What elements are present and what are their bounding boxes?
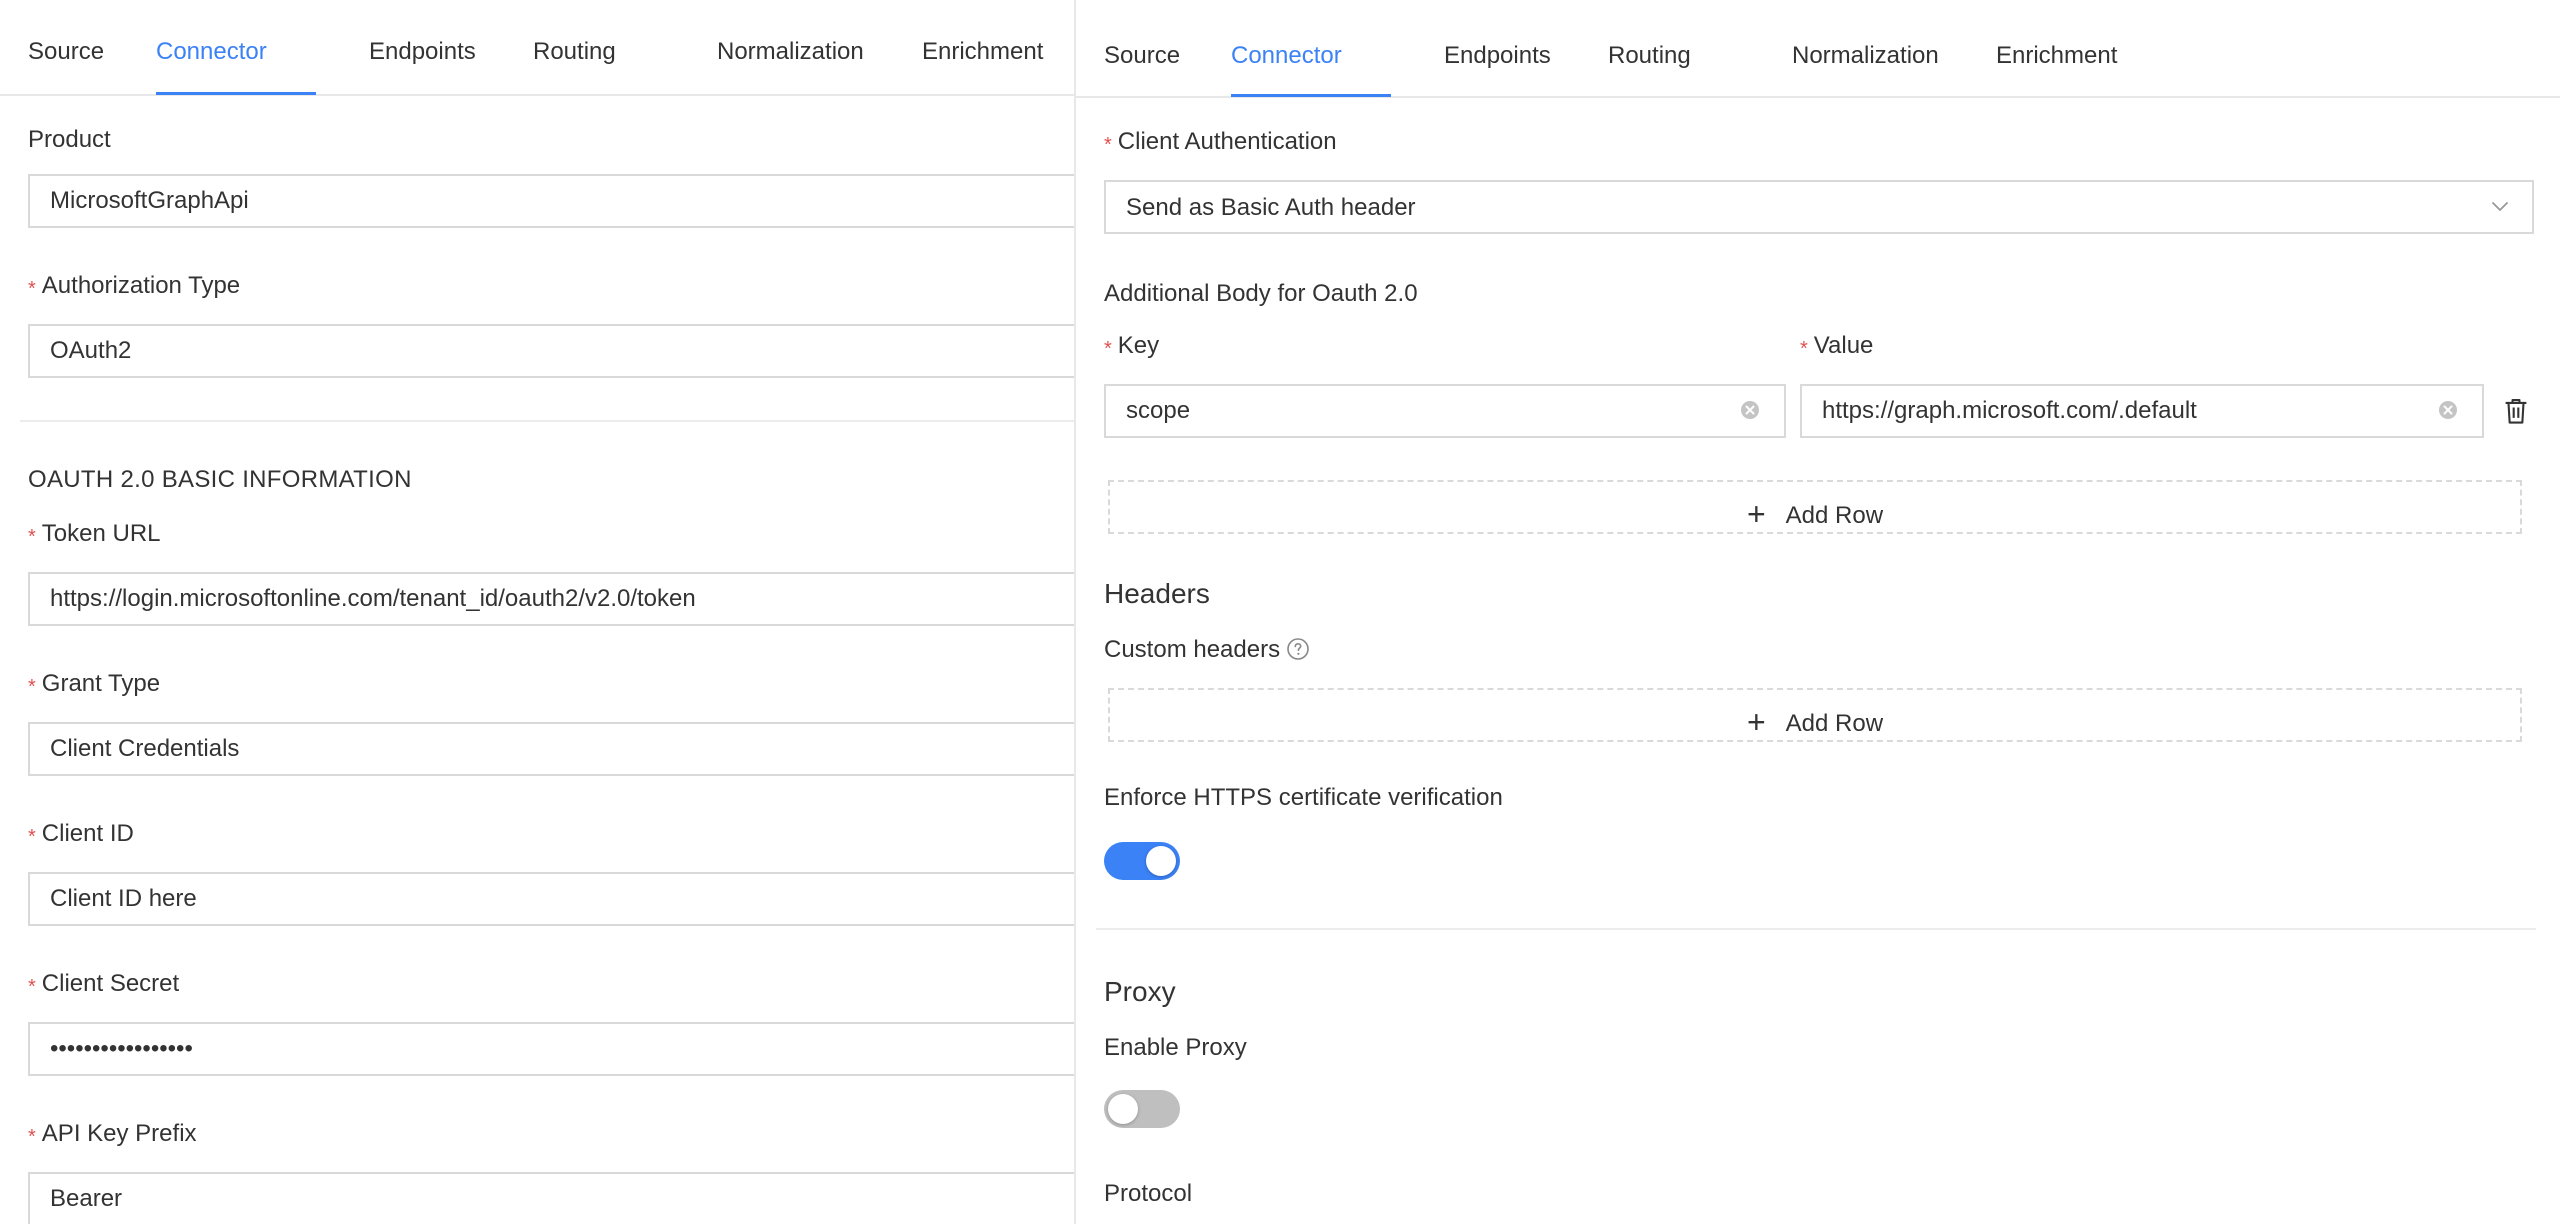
client-secret-input[interactable] (30, 1024, 1074, 1074)
trash-icon[interactable] (2502, 396, 2530, 426)
client-secret-label-text: Client Secret (41, 970, 180, 997)
tab-routing[interactable]: Routing (1608, 42, 1691, 70)
authorization-type-label: * Authorization Type (28, 272, 240, 300)
authorization-type-input[interactable] (30, 326, 1074, 376)
add-body-row-button[interactable]: + Add Row (1108, 480, 2522, 534)
grant-type-field[interactable] (28, 722, 1074, 776)
proxy-heading: Proxy (1104, 976, 1176, 1007)
api-key-prefix-label-text: API Key Prefix (41, 1120, 197, 1147)
clear-icon[interactable] (2436, 398, 2460, 422)
required-marker: * (28, 676, 36, 698)
client-id-input[interactable] (30, 874, 1074, 924)
client-id-label-text: Client ID (41, 820, 134, 847)
api-key-prefix-input[interactable] (30, 1174, 1074, 1224)
active-tab-indicator (156, 92, 316, 95)
client-id-label: * Client ID (28, 820, 134, 848)
tab-enrichment[interactable]: Enrichment (922, 38, 1043, 66)
section-divider (20, 420, 1074, 422)
headers-heading: Headers (1104, 578, 1210, 609)
client-secret-field[interactable] (28, 1022, 1074, 1076)
body-value-input[interactable] (1802, 386, 2482, 436)
left-panel: Source Connector Endpoints Routing Norma… (0, 0, 1074, 1224)
product-input[interactable] (30, 176, 1074, 226)
tab-enrichment[interactable]: Enrichment (1996, 42, 2117, 70)
tab-bar: Source Connector Endpoints Routing Norma… (1076, 0, 2560, 98)
required-marker: * (1104, 134, 1112, 156)
required-marker: * (28, 976, 36, 998)
grant-type-input[interactable] (30, 724, 1074, 774)
product-label: Product (28, 126, 111, 153)
tab-bar: Source Connector Endpoints Routing Norma… (0, 0, 1074, 96)
required-marker: * (28, 278, 36, 300)
token-url-label-text: Token URL (41, 520, 161, 547)
product-field[interactable] (28, 174, 1074, 228)
token-url-label: * Token URL (28, 520, 161, 548)
grant-type-label: * Grant Type (28, 670, 160, 698)
help-icon[interactable] (1286, 637, 1310, 661)
custom-headers-label-text: Custom headers (1104, 636, 1281, 663)
api-key-prefix-field[interactable] (28, 1172, 1074, 1224)
chevron-down-icon (2492, 202, 2508, 211)
active-tab-indicator (1231, 94, 1391, 97)
https-verification-label: Enforce HTTPS certificate verification (1104, 784, 1503, 811)
additional-body-label: Additional Body for Oauth 2.0 (1104, 280, 1418, 307)
tab-endpoints[interactable]: Endpoints (369, 38, 476, 66)
oauth-section-title: OAUTH 2.0 BASIC INFORMATION (28, 466, 412, 493)
key-column-label: * Key (1104, 332, 1159, 360)
client-id-field[interactable] (28, 872, 1074, 926)
required-marker: * (1104, 338, 1112, 360)
value-column-label: * Value (1800, 332, 1873, 360)
add-header-row-button[interactable]: + Add Row (1108, 688, 2522, 742)
tab-routing[interactable]: Routing (533, 38, 616, 66)
section-divider (1096, 928, 2536, 930)
body-key-field[interactable] (1104, 384, 1786, 438)
enable-proxy-label: Enable Proxy (1104, 1034, 1247, 1061)
plus-icon: + (1746, 704, 1766, 740)
required-marker: * (28, 1126, 36, 1148)
toggle-knob (1146, 846, 1176, 876)
https-verification-toggle[interactable] (1104, 842, 1180, 880)
client-secret-label: * Client Secret (28, 970, 179, 998)
authorization-type-field[interactable] (28, 324, 1074, 378)
add-row-label: Add Row (1785, 710, 1884, 737)
client-authentication-label-text: Client Authentication (1117, 128, 1337, 155)
tab-source[interactable]: Source (1104, 42, 1180, 70)
required-marker: * (1800, 338, 1808, 360)
value-column-label-text: Value (1813, 332, 1874, 359)
right-panel: Source Connector Endpoints Routing Norma… (1074, 0, 2560, 1224)
token-url-field[interactable] (28, 572, 1074, 626)
clear-icon[interactable] (1738, 398, 1762, 422)
enable-proxy-toggle[interactable] (1104, 1090, 1180, 1128)
client-authentication-label: * Client Authentication (1104, 128, 1337, 156)
tab-endpoints[interactable]: Endpoints (1444, 42, 1551, 70)
tab-normalization[interactable]: Normalization (717, 38, 864, 66)
key-column-label-text: Key (1117, 332, 1160, 359)
client-authentication-value: Send as Basic Auth header (1126, 194, 1416, 221)
tab-connector[interactable]: Connector (156, 38, 267, 66)
custom-headers-label: Custom headers (1104, 636, 1310, 664)
tab-connector[interactable]: Connector (1231, 42, 1342, 70)
plus-icon: + (1746, 496, 1766, 532)
authorization-type-label-text: Authorization Type (41, 272, 241, 299)
token-url-input[interactable] (30, 574, 1074, 624)
toggle-knob (1108, 1094, 1138, 1124)
protocol-label: Protocol (1104, 1180, 1193, 1207)
grant-type-label-text: Grant Type (41, 670, 161, 697)
api-key-prefix-label: * API Key Prefix (28, 1120, 197, 1148)
required-marker: * (28, 526, 36, 548)
add-row-label: Add Row (1785, 502, 1884, 529)
body-value-field[interactable] (1800, 384, 2484, 438)
required-marker: * (28, 826, 36, 848)
tab-normalization[interactable]: Normalization (1792, 42, 1939, 70)
client-authentication-select[interactable]: Send as Basic Auth header (1104, 180, 2534, 234)
body-key-input[interactable] (1106, 386, 1784, 436)
tab-source[interactable]: Source (28, 38, 104, 66)
